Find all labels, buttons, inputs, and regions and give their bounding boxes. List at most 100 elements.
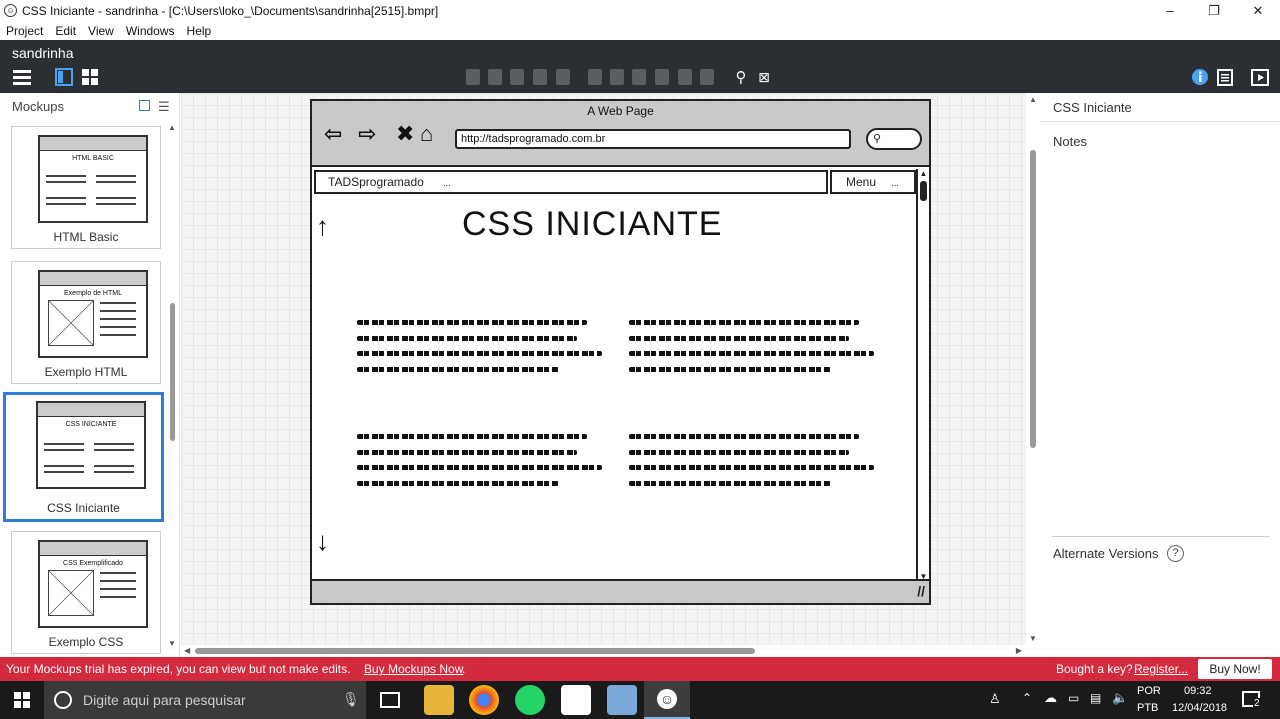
- redo-icon[interactable]: [488, 69, 502, 85]
- mockup-thumbnail-css-iniciante[interactable]: CSS INICIANTE CSS Iniciante: [3, 392, 164, 522]
- title-bar: ☺ CSS Iniciante - sandrinha - [C:\Users\…: [0, 0, 1280, 21]
- thumbnail-preview: HTML BASIC: [38, 135, 148, 223]
- single-pane-icon[interactable]: [54, 67, 74, 87]
- keyboard-layout[interactable]: PTB: [1137, 702, 1158, 714]
- menu-windows[interactable]: Windows: [126, 24, 175, 38]
- sidebar-scrollbar[interactable]: ▲ ▼: [168, 123, 178, 648]
- 3d-box-icon[interactable]: [607, 685, 637, 715]
- menu-help[interactable]: Help: [187, 24, 212, 38]
- group-icon[interactable]: [588, 69, 602, 85]
- url-field: http://tadsprogramado.com.br: [455, 129, 851, 149]
- forward-arrow-icon: ⇨: [358, 121, 377, 146]
- notes-app-icon[interactable]: [561, 685, 591, 715]
- language-code[interactable]: POR: [1137, 685, 1161, 697]
- menu-edit[interactable]: Edit: [55, 24, 76, 38]
- info-icon[interactable]: [1190, 67, 1210, 87]
- notes-label: Notes: [1053, 134, 1087, 149]
- wireframe-scrollbar: ▲ ▼: [916, 169, 929, 581]
- app-icon: ☺: [4, 4, 17, 17]
- close-button[interactable]: ✕: [1236, 0, 1280, 21]
- taskbar-search-placeholder: Digite aqui para pesquisar: [83, 692, 246, 708]
- thumbnail-label: CSS Iniciante: [47, 501, 120, 515]
- menu-project[interactable]: Project: [6, 24, 43, 38]
- browser-title: A Web Page: [587, 104, 654, 118]
- mockups-taskbar-button[interactable]: ☺: [644, 681, 690, 719]
- battery-icon[interactable]: ▭: [1068, 691, 1079, 705]
- panel-title: CSS Iniciante: [1053, 100, 1132, 115]
- properties-icon[interactable]: [1216, 67, 1234, 87]
- close-search-icon[interactable]: ⊠: [755, 67, 773, 87]
- buy-now-button[interactable]: Buy Now!: [1198, 659, 1272, 679]
- tab-bar: TADSprogramado ... Menu ...: [312, 169, 929, 196]
- list-view-icon[interactable]: ☰: [158, 99, 170, 115]
- vertical-scroll-thumb[interactable]: [1030, 150, 1036, 448]
- main-toolbar: sandrinha ⚲ ⊠: [0, 40, 1280, 93]
- grid-view-icon[interactable]: [80, 67, 100, 87]
- up-arrow-icon: ↑: [316, 211, 329, 241]
- minimize-button[interactable]: –: [1148, 0, 1192, 21]
- thumbnail-label: Exemplo HTML: [44, 365, 128, 379]
- file-explorer-icon[interactable]: [424, 685, 454, 715]
- clipboard-icon[interactable]: [556, 69, 570, 85]
- text-scribble: [629, 434, 859, 439]
- hamburger-menu-icon[interactable]: [10, 67, 38, 87]
- network-icon[interactable]: ▤: [1090, 691, 1101, 705]
- lock-icon[interactable]: [678, 69, 692, 85]
- search-icon: ⚲: [873, 133, 882, 145]
- notification-icon[interactable]: 2: [1242, 691, 1261, 709]
- tab-menu: Menu ...: [830, 170, 916, 194]
- clock-date[interactable]: 12/04/2018: [1172, 702, 1227, 714]
- onedrive-icon[interactable]: ☁: [1044, 690, 1057, 706]
- mockup-thumbnail-exemplo-html[interactable]: Exemplo de HTML Exemplo HTML: [11, 261, 161, 384]
- mockup-thumbnail-exemplo-css[interactable]: CSS Exemplificado Exemplo CSS: [11, 531, 161, 654]
- thumbnail-label: HTML Basic: [53, 230, 119, 244]
- bring-front-icon[interactable]: [632, 69, 646, 85]
- browser-chrome: A Web Page ⇦ ⇨ ✖ ⌂ http://tadsprogramado…: [312, 101, 929, 167]
- microphone-icon[interactable]: 🎙: [342, 691, 360, 708]
- whatsapp-icon[interactable]: [515, 685, 545, 715]
- mockups-sidebar: Mockups ☰ ▲ ▼ HTML BASIC HTML Basic Exem…: [0, 93, 180, 657]
- windows-start-icon[interactable]: [14, 692, 30, 711]
- taskbar-search-box[interactable]: Digite aqui para pesquisar 🎙: [44, 681, 366, 719]
- cortana-icon: [54, 691, 72, 709]
- trash-icon[interactable]: [700, 69, 714, 85]
- page-heading: CSS INICIANTE: [462, 205, 723, 243]
- horizontal-scroll-thumb[interactable]: [195, 648, 755, 654]
- mockup-thumbnail-html-basic[interactable]: HTML BASIC HTML Basic: [11, 126, 161, 249]
- project-name: sandrinha: [12, 45, 74, 61]
- home-icon: ⌂: [420, 121, 434, 146]
- bought-key-label: Bought a key?: [1056, 662, 1133, 676]
- search-field: ⚲: [866, 128, 922, 150]
- restore-button[interactable]: ❐: [1192, 0, 1236, 21]
- undo-icon[interactable]: [466, 69, 480, 85]
- text-scribble: [629, 465, 874, 470]
- alternate-versions-label: Alternate Versions: [1053, 546, 1159, 561]
- help-icon[interactable]: ?: [1167, 545, 1184, 562]
- tab-tadsprogramado: TADSprogramado ...: [314, 170, 828, 194]
- text-scribble: [357, 367, 559, 372]
- chevron-up-icon[interactable]: ⌃: [1022, 691, 1032, 705]
- browser-wireframe[interactable]: A Web Page ⇦ ⇨ ✖ ⌂ http://tadsprogramado…: [310, 99, 931, 605]
- volume-icon[interactable]: 🔈: [1112, 690, 1128, 706]
- thumbnail-view-icon[interactable]: [139, 100, 150, 111]
- paste-icon[interactable]: [533, 69, 547, 85]
- ungroup-icon[interactable]: [610, 69, 624, 85]
- sidebar-header: Mockups: [12, 99, 65, 114]
- text-scribble: [629, 320, 859, 325]
- buy-mockups-link[interactable]: Buy Mockups Now: [364, 662, 463, 676]
- chrome-icon[interactable]: [469, 685, 499, 715]
- presentation-icon[interactable]: [1250, 67, 1270, 87]
- notes-field[interactable]: [1053, 149, 1269, 529]
- register-link[interactable]: Register...: [1134, 662, 1188, 676]
- menu-view[interactable]: View: [88, 24, 114, 38]
- text-scribble: [357, 434, 587, 439]
- people-icon[interactable]: ♙: [989, 691, 1001, 707]
- text-scribble: [629, 351, 874, 356]
- search-icon[interactable]: ⚲: [732, 67, 750, 87]
- copy-icon[interactable]: [510, 69, 524, 85]
- clock-time[interactable]: 09:32: [1184, 685, 1212, 697]
- align-icon[interactable]: [655, 69, 669, 85]
- mockups-app-icon: ☺: [657, 689, 677, 709]
- text-scribble: [629, 450, 849, 455]
- task-view-icon[interactable]: [380, 692, 400, 708]
